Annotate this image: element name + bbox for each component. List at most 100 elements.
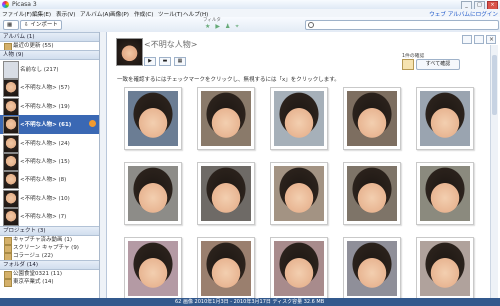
photo-thumbnail[interactable]	[416, 237, 474, 300]
person-label: <不明な人物> (24)	[20, 140, 70, 147]
sidebar-item-folder[interactable]: 東京卒業式 (14)	[0, 278, 99, 287]
photo-thumbnail[interactable]	[197, 87, 255, 150]
person-thumbnail[interactable]	[116, 38, 143, 66]
sidebar-item-person[interactable]: <不明な人物> (19)	[0, 97, 99, 116]
toolbar: ▦ ⇩ インポート フィルタ ★ ▶ ♟ ⌖	[0, 17, 500, 33]
face-photo	[420, 241, 470, 296]
search-input[interactable]	[305, 20, 499, 30]
face-photo	[347, 166, 397, 221]
sidebar-item-person[interactable]: 名前なし (217)	[0, 60, 99, 79]
sidebar-item-person[interactable]: <不明な人物> (8)	[0, 170, 99, 190]
person-face-icon	[3, 134, 19, 153]
status-bar: 62 画像 2010年1月3日 - 2010年3月17日 ディスク容量 32.6…	[0, 298, 500, 306]
person-label: <不明な人物> (61)	[20, 122, 72, 129]
person-label: 名前なし (217)	[20, 67, 59, 73]
close-panel-icon[interactable]: ×	[489, 36, 494, 43]
sidebar-item-person[interactable]: <不明な人物> (61)	[0, 115, 99, 135]
confirm-all-button[interactable]: すべて確認	[416, 59, 460, 70]
people-header[interactable]: 人物 (9)	[0, 50, 99, 60]
person-face-icon	[3, 61, 19, 79]
person-face-icon	[3, 152, 19, 171]
photo-thumbnail[interactable]	[124, 237, 182, 300]
sidebar-item-project[interactable]: コラージュ (22)	[0, 252, 99, 261]
face-photo	[201, 166, 251, 221]
video-filter-icon[interactable]: ▶	[215, 23, 220, 31]
person-label: <不明な人物> (15)	[20, 158, 70, 165]
sidebar-item-person[interactable]: <不明な人物> (57)	[0, 78, 99, 98]
sidebar-item-project[interactable]: スクリーン キャプチャ (9)	[0, 244, 99, 253]
photo-thumbnail[interactable]	[416, 87, 474, 150]
photo-thumbnail[interactable]	[270, 237, 328, 300]
slideshow-options-button[interactable]: ▬	[159, 57, 171, 66]
main-scrollbar[interactable]	[490, 45, 498, 298]
photo-thumbnail[interactable]	[197, 237, 255, 300]
projects-header[interactable]: プロジェクト (3)	[0, 225, 99, 236]
albums-header[interactable]: アルバム (1)	[0, 32, 99, 42]
people-filter-icon[interactable]: ♟	[225, 23, 230, 31]
geotag-filter-icon[interactable]: ⌖	[235, 23, 238, 31]
face-photo	[274, 241, 324, 296]
person-face-icon	[3, 79, 19, 98]
face-photo	[128, 166, 178, 221]
sidebar-item-person[interactable]: <不明な人物> (24)	[0, 134, 99, 153]
sidebar-item-person[interactable]: <不明な人物> (7)	[0, 207, 99, 227]
sidebar-scrollbar[interactable]	[100, 32, 107, 298]
face-photo	[128, 91, 178, 146]
sidebar-item-album[interactable]: 最近の更新 (55)	[0, 42, 99, 51]
collage-button[interactable]: ▦	[174, 57, 186, 66]
photo-thumbnail[interactable]	[270, 87, 328, 150]
photo-thumbnail[interactable]	[124, 87, 182, 150]
play-slideshow-button[interactable]: ▶	[144, 57, 156, 66]
photo-thumbnail[interactable]	[416, 162, 474, 225]
folder-label: 公園食堂0321 (11)	[13, 270, 63, 277]
face-photo	[420, 91, 470, 146]
view-mode-button[interactable]	[462, 35, 472, 44]
status-text: 62 画像 2010年1月3日 - 2010年3月17日 ディスク容量 32.6…	[175, 299, 325, 305]
face-photo	[420, 166, 470, 221]
sidebar-item-project[interactable]: キャプチャ済み動画 (1)	[0, 236, 99, 245]
person-label: <不明な人物> (19)	[20, 103, 70, 110]
window-title: Picasa 3	[12, 1, 37, 8]
project-label: コラージュ (22)	[13, 252, 54, 259]
instruction-text: 一致を確認するにはチェックマークをクリックし、無視するには「x」をクリックします…	[117, 77, 340, 83]
sidebar-item-folder[interactable]: 公園食堂0321 (11)	[0, 270, 99, 279]
picasa-logo-icon	[2, 1, 9, 8]
sidebar-item-person[interactable]: <不明な人物> (10)	[0, 189, 99, 208]
person-face-icon	[3, 116, 19, 135]
photo-thumbnail[interactable]	[197, 162, 255, 225]
face-photo	[347, 91, 397, 146]
folder-icon	[4, 278, 12, 287]
photo-thumbnail[interactable]	[124, 162, 182, 225]
face-photo	[201, 91, 251, 146]
import-button[interactable]: ⇩ インポート	[20, 20, 62, 30]
sidebar: アルバム (1) 最近の更新 (55) 人物 (9) 名前なし (217) <不明…	[0, 32, 100, 298]
face-photo	[347, 241, 397, 296]
photo-thumbnail[interactable]	[343, 162, 401, 225]
person-face-icon	[3, 208, 19, 227]
import-label: インポート	[30, 22, 58, 28]
person-label: <不明な人物> (10)	[20, 195, 70, 202]
person-label: <不明な人物> (7)	[20, 214, 67, 221]
folder-label: 東京卒業式 (14)	[13, 278, 54, 285]
face-photo	[128, 241, 178, 296]
person-title[interactable]: <不明な人物>	[144, 39, 197, 50]
photo-thumbnail[interactable]	[343, 237, 401, 300]
view-mode-button[interactable]	[474, 35, 484, 44]
project-label: キャプチャ済み動画 (1)	[13, 236, 72, 243]
person-face-icon	[3, 189, 19, 208]
person-face-icon	[3, 97, 19, 116]
face-photo	[274, 166, 324, 221]
person-face-icon	[3, 171, 19, 190]
main-panel: <不明な人物> ▶ ▬ ▦ 一致を確認するにはチェックマークをクリックし、無視す…	[107, 32, 500, 300]
photo-thumbnail[interactable]	[270, 162, 328, 225]
star-filter-icon[interactable]: ★	[205, 23, 210, 31]
confirm-count: 1件の確認	[402, 54, 425, 59]
view-toggle-button[interactable]: ▦	[3, 20, 19, 30]
folders-header[interactable]: フォルダ (14)	[0, 259, 99, 270]
sidebar-item-person[interactable]: <不明な人物> (15)	[0, 152, 99, 171]
import-icon: ⇩	[24, 22, 29, 28]
face-photo	[274, 91, 324, 146]
album-label: 最近の更新 (55)	[13, 43, 54, 49]
person-label: <不明な人物> (57)	[20, 85, 70, 92]
photo-thumbnail[interactable]	[343, 87, 401, 150]
